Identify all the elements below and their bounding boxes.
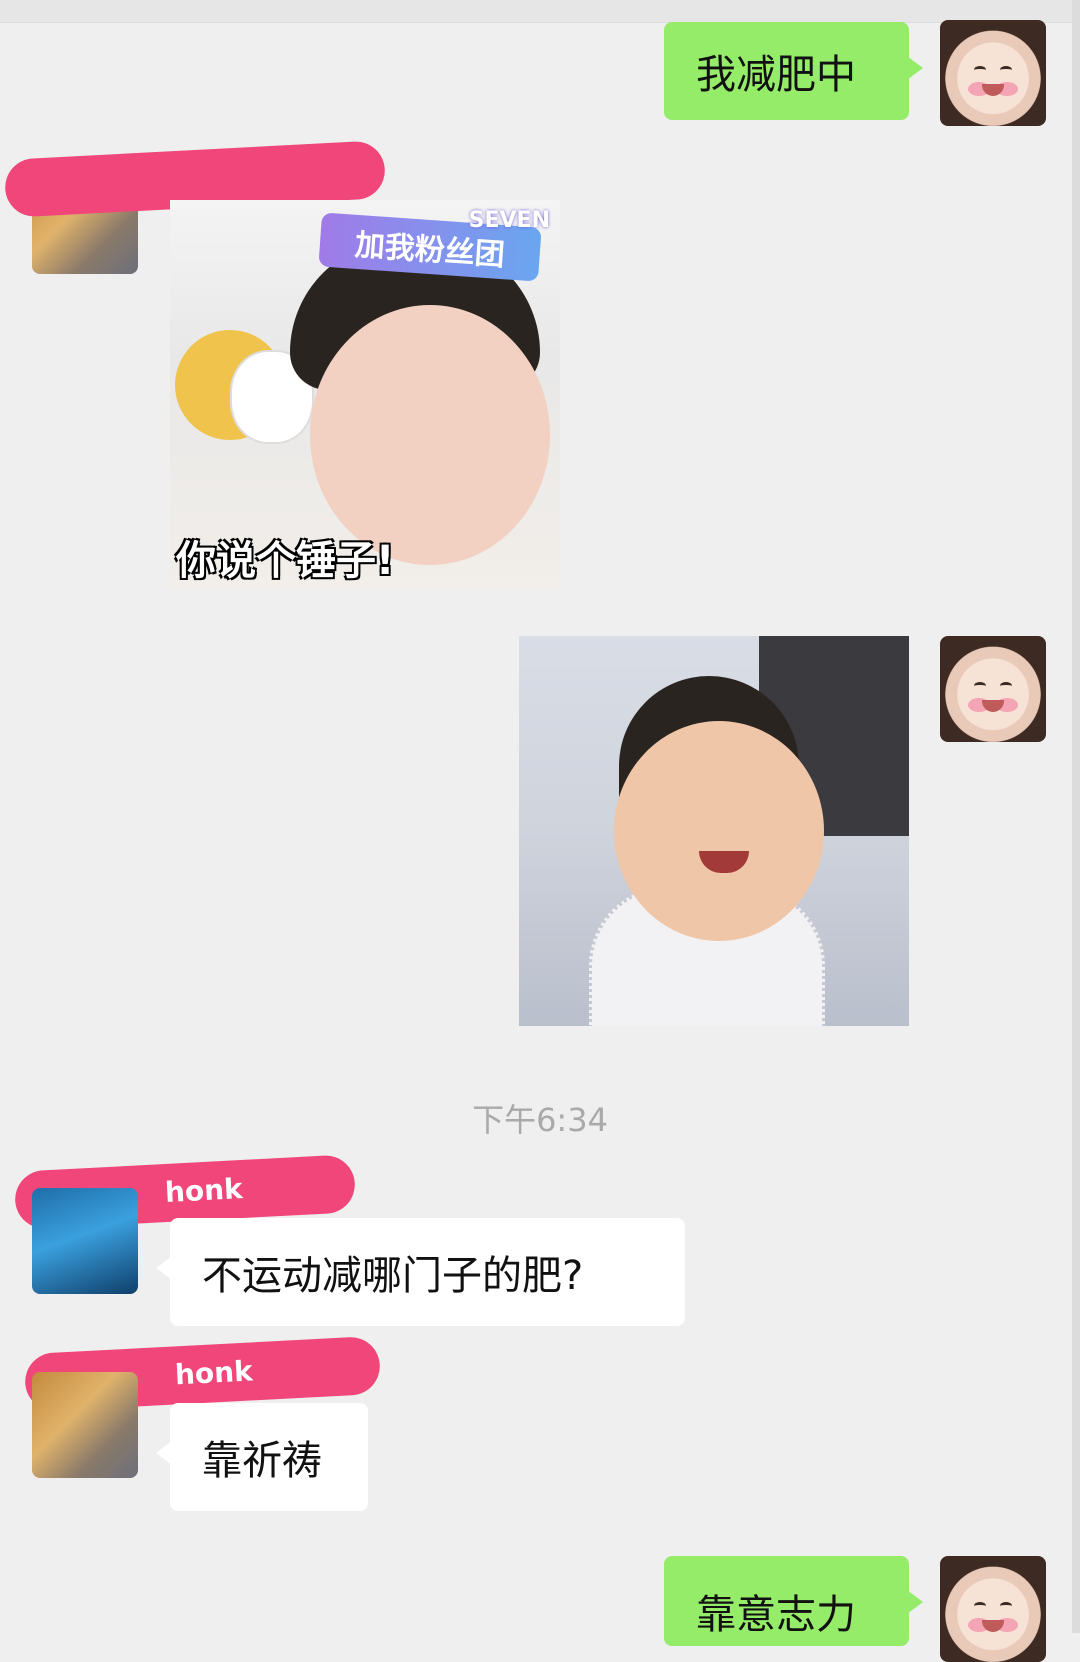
message-text: 我减肥中: [696, 52, 856, 98]
timestamp-divider: 下午6:34: [472, 1101, 608, 1139]
my-avatar[interactable]: [940, 20, 1046, 126]
message-text: 不运动减哪门子的肥?: [202, 1253, 584, 1299]
message-text: 靠祈祷: [202, 1438, 322, 1484]
contact-avatar[interactable]: [32, 1188, 138, 1294]
my-avatar[interactable]: [940, 636, 1046, 742]
message-text: 靠意志力: [696, 1592, 856, 1638]
my-avatar[interactable]: [940, 1556, 1046, 1662]
top-divider: [0, 0, 1080, 23]
message-bubble-outgoing[interactable]: 我减肥中: [664, 22, 923, 120]
child-face: [614, 721, 824, 941]
sticker-image[interactable]: 加我粉丝团 SEVEN 你说个锤子!: [170, 200, 560, 590]
child-face: [310, 305, 550, 565]
image-message[interactable]: [519, 636, 909, 1026]
message-bubble-incoming[interactable]: 不运动减哪门子的肥?: [156, 1218, 685, 1326]
message-bubble-incoming[interactable]: 靠祈祷: [156, 1403, 368, 1511]
contact-avatar[interactable]: [32, 1372, 138, 1478]
sticker-caption: 你说个锤子!: [176, 538, 395, 584]
sticker-brand: SEVEN: [468, 208, 550, 233]
scroll-edge: [1072, 0, 1080, 1633]
